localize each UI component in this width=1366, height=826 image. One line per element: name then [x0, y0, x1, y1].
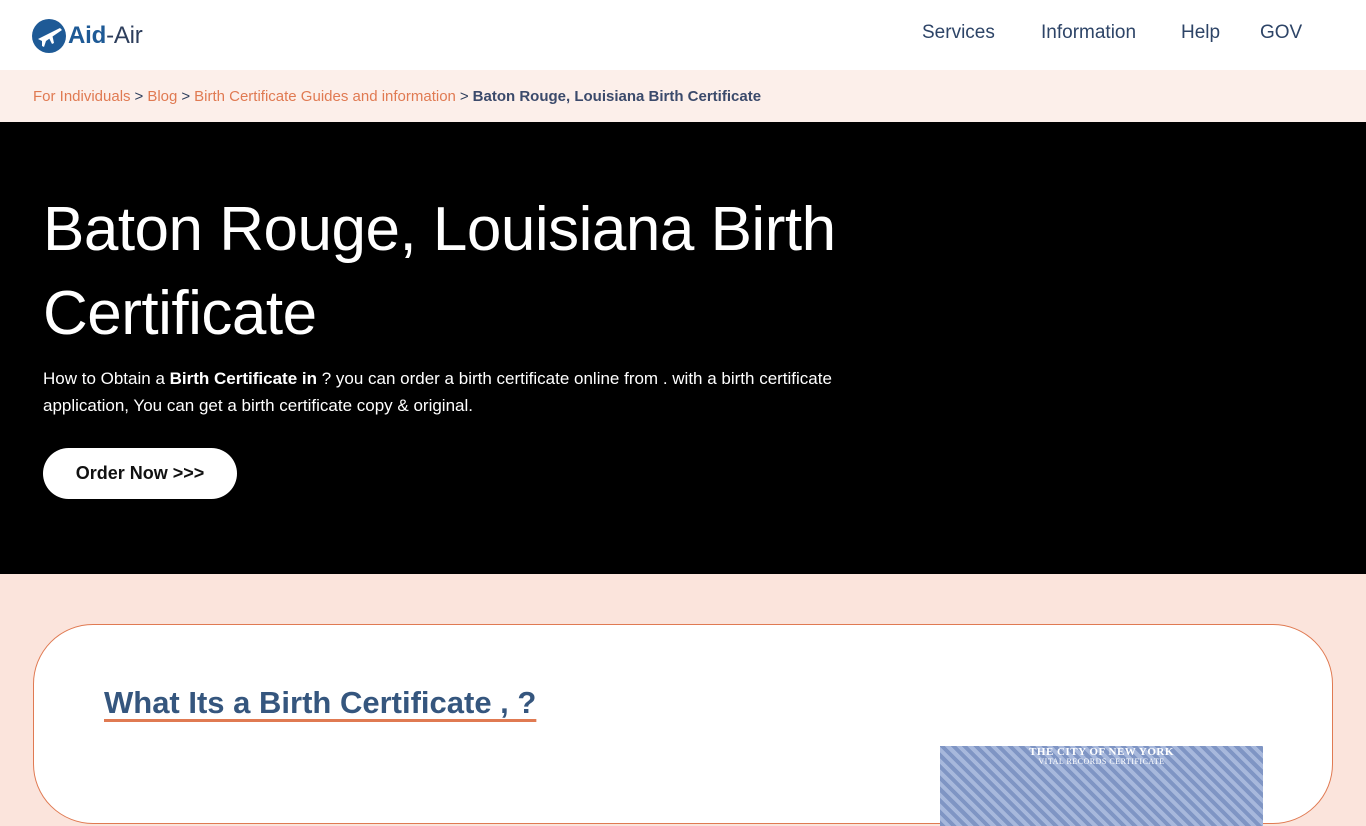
nav-information[interactable]: Information [1041, 22, 1136, 44]
breadcrumb-separator: > [459, 87, 469, 105]
nav-help[interactable]: Help [1181, 22, 1220, 44]
hero-description: How to Obtain a Birth Certificate in ? y… [43, 369, 832, 415]
breadcrumb-current: Baton Rouge, Louisiana Birth Certificate [472, 87, 762, 105]
birth-certificate-image: THE CITY OF NEW YORK VITAL RECORDS CERTI… [940, 746, 1263, 826]
breadcrumb: For Individuals > Blog > Birth Certifica… [0, 70, 1366, 122]
breadcrumb-blog[interactable]: Blog [147, 88, 177, 105]
page-title: Baton Rouge, Louisiana Birth Certificate [43, 195, 836, 348]
section-heading[interactable]: What Its a Birth Certificate , ? [104, 685, 536, 721]
header: Aid-Air Services Information Help GOV [0, 0, 1366, 70]
nav-services[interactable]: Services [922, 22, 995, 44]
breadcrumb-for-individuals[interactable]: For Individuals [33, 88, 131, 105]
logo-text: Aid-Air [68, 22, 143, 49]
breadcrumb-separator: > [134, 87, 144, 105]
logo[interactable]: Aid-Air [32, 18, 143, 54]
nav-gov[interactable]: GOV [1260, 22, 1302, 44]
airplane-icon [32, 19, 66, 53]
hero-section: Baton Rouge, Louisiana Birth Certificate… [0, 122, 1366, 574]
certificate-subheader-text: VITAL RECORDS CERTIFICATE [1038, 757, 1165, 766]
breadcrumb-guides[interactable]: Birth Certificate Guides and information [194, 88, 456, 105]
breadcrumb-separator: > [181, 87, 191, 105]
content-card: What Its a Birth Certificate , ? THE CIT… [33, 624, 1333, 826]
order-now-button[interactable]: Order Now >>> [43, 448, 237, 499]
